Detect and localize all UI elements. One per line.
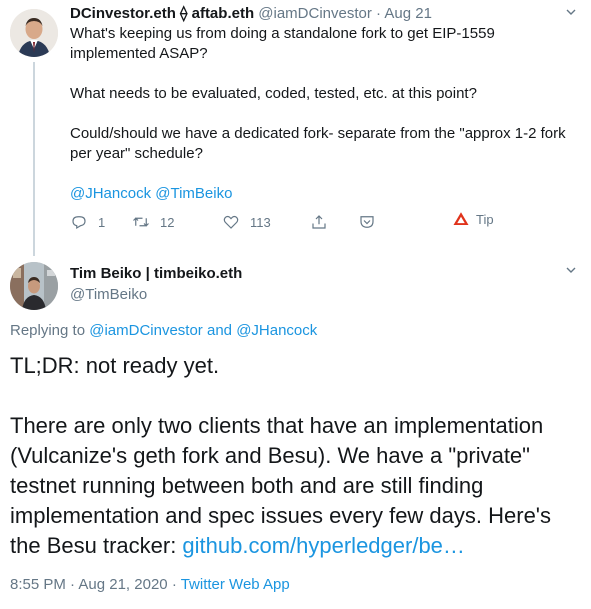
replying-prefix: Replying to [10,322,86,339]
tweet1-separator: · [376,5,382,22]
tweet2-display-name[interactable]: Tim Beiko | timbeiko.eth [70,264,242,284]
save-to-pocket-button[interactable] [358,210,376,234]
tweet2-date[interactable]: Aug 21, 2020 [78,576,167,593]
share-icon [312,215,326,229]
tweet1-display-name[interactable]: DCinvestor.eth ⟠ aftab.eth [70,5,254,22]
tweet1-mentions[interactable]: @JHancock @TimBeiko [70,184,570,204]
avatar-timbeiko[interactable] [10,262,58,310]
share-button[interactable] [310,210,328,234]
tweet2-source[interactable]: Twitter Web App [181,576,290,593]
tweet1-text: What's keeping us from doing a standalon… [70,24,570,204]
brave-triangle-icon [453,212,469,225]
like-count: 113 [250,214,271,230]
thread-connector-line [33,62,35,256]
besu-tracker-link[interactable]: github.com/hyperledger/be… [182,533,465,558]
meta-dot-1: · [70,576,76,593]
retweet-count: 12 [160,214,175,230]
tweet2-metadata: 8:55 PM · Aug 21, 2020 · Twitter Web App [10,576,290,593]
tweet1-date[interactable]: Aug 21 [384,5,432,22]
replying-to-line: Replying to @iamDCinvestor and @JHancock [10,322,317,339]
retweet-icon [133,217,149,227]
tweet1-paragraph-3: Could/should we have a dedicated fork- s… [70,125,566,162]
meta-dot-2: · [171,576,177,593]
tweet1-handle[interactable]: @iamDCinvestor [258,5,372,22]
tweet2-header: Tim Beiko | timbeiko.eth @TimBeiko [70,264,242,305]
reply-button[interactable]: 1 [70,210,105,234]
tweet1-paragraph-1: What's keeping us from doing a standalon… [70,25,495,62]
pocket-icon [360,216,374,228]
tip-button[interactable]: Tip [452,207,494,231]
reply-count: 1 [98,214,106,230]
tweet1-header: DCinvestor.eth ⟠ aftab.eth @iamDCinvesto… [70,4,570,24]
tweet2-text: TL;DR: not ready yet. There are only two… [10,351,585,561]
avatar-dcinvestor[interactable] [10,9,58,57]
tweet1-action-bar: 1 12 113 Tip [70,210,510,234]
replying-and: and [206,322,233,339]
tip-label: Tip [476,211,494,227]
tweet1-paragraph-2: What needs to be evaluated, coded, teste… [70,85,477,102]
tweet-original: DCinvestor.eth ⟠ aftab.eth @iamDCinvesto… [70,4,570,224]
retweet-button[interactable]: 12 [132,210,174,234]
replying-user-iamdcinvestor[interactable]: @iamDCinvestor [89,322,203,339]
tweet2-line-1: TL;DR: not ready yet. [10,353,220,378]
replying-user-jhancock[interactable]: @JHancock [236,322,317,339]
reply-icon [72,216,86,230]
chevron-down-icon[interactable] [565,6,577,18]
tweet2-time[interactable]: 8:55 PM [10,576,66,593]
chevron-down-icon[interactable] [565,264,577,276]
like-button[interactable]: 113 [222,210,271,234]
heart-icon [223,215,239,229]
tweet2-paragraph-2: There are only two clients that have an … [10,411,585,561]
tweet2-handle[interactable]: @TimBeiko [70,285,242,305]
